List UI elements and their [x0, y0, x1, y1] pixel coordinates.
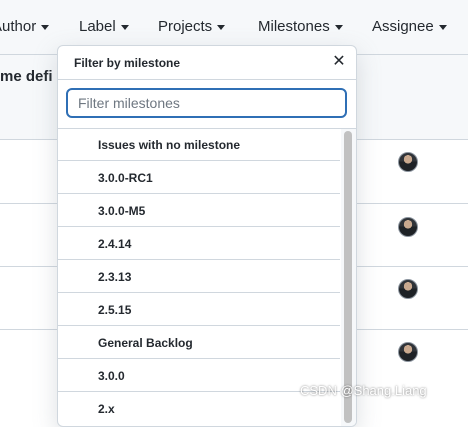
assignee-filter-button[interactable]: Assignee [372, 18, 447, 35]
dropdown-header: Filter by milestone ✕ [58, 46, 356, 80]
projects-filter-button[interactable]: Projects [158, 18, 226, 35]
milestone-item[interactable]: 2.3.13 [58, 261, 340, 293]
caret-down-icon [438, 25, 447, 30]
subheader-title: me defi [0, 68, 53, 85]
milestone-search-input[interactable] [66, 88, 347, 118]
milestone-item[interactable]: 2.4.14 [58, 228, 340, 260]
milestones-filter-button[interactable]: Milestones [258, 18, 343, 35]
label-filter-label: Label [79, 18, 116, 35]
caret-down-icon [120, 25, 129, 30]
author-filter-button[interactable]: Author [0, 18, 50, 35]
user-avatar-icon[interactable] [398, 152, 418, 172]
label-filter-button[interactable]: Label [79, 18, 129, 35]
milestone-item[interactable]: 3.0.0 [58, 360, 340, 392]
caret-down-icon [217, 25, 226, 30]
dropdown-scrollbar-thumb[interactable] [344, 131, 352, 423]
author-filter-label: Author [0, 18, 37, 35]
user-avatar-icon[interactable] [398, 342, 418, 362]
caret-down-icon [334, 25, 343, 30]
user-avatar-icon[interactable] [398, 217, 418, 237]
milestone-search-wrapper [58, 80, 356, 129]
milestone-item[interactable]: General Backlog [58, 327, 340, 359]
caret-down-icon [41, 25, 50, 30]
milestone-item-no-milestone[interactable]: Issues with no milestone [58, 129, 340, 161]
milestone-list: Issues with no milestone 3.0.0-RC1 3.0.0… [58, 129, 340, 426]
milestones-filter-label: Milestones [258, 18, 330, 35]
dropdown-title: Filter by milestone [74, 56, 181, 70]
milestone-item[interactable]: 3.0.0-M5 [58, 195, 340, 227]
assignee-filter-label: Assignee [372, 18, 434, 35]
watermark: CSDN @Shang.Liang [300, 383, 427, 398]
milestone-item[interactable]: 2.x [58, 393, 340, 425]
milestone-item[interactable]: 3.0.0-RC1 [58, 162, 340, 194]
milestone-item[interactable]: 2.5.15 [58, 294, 340, 326]
projects-filter-label: Projects [158, 18, 213, 35]
user-avatar-icon[interactable] [398, 279, 418, 299]
close-icon[interactable]: ✕ [330, 53, 348, 71]
milestone-filter-dropdown: Filter by milestone ✕ Issues with no mil… [57, 45, 357, 427]
